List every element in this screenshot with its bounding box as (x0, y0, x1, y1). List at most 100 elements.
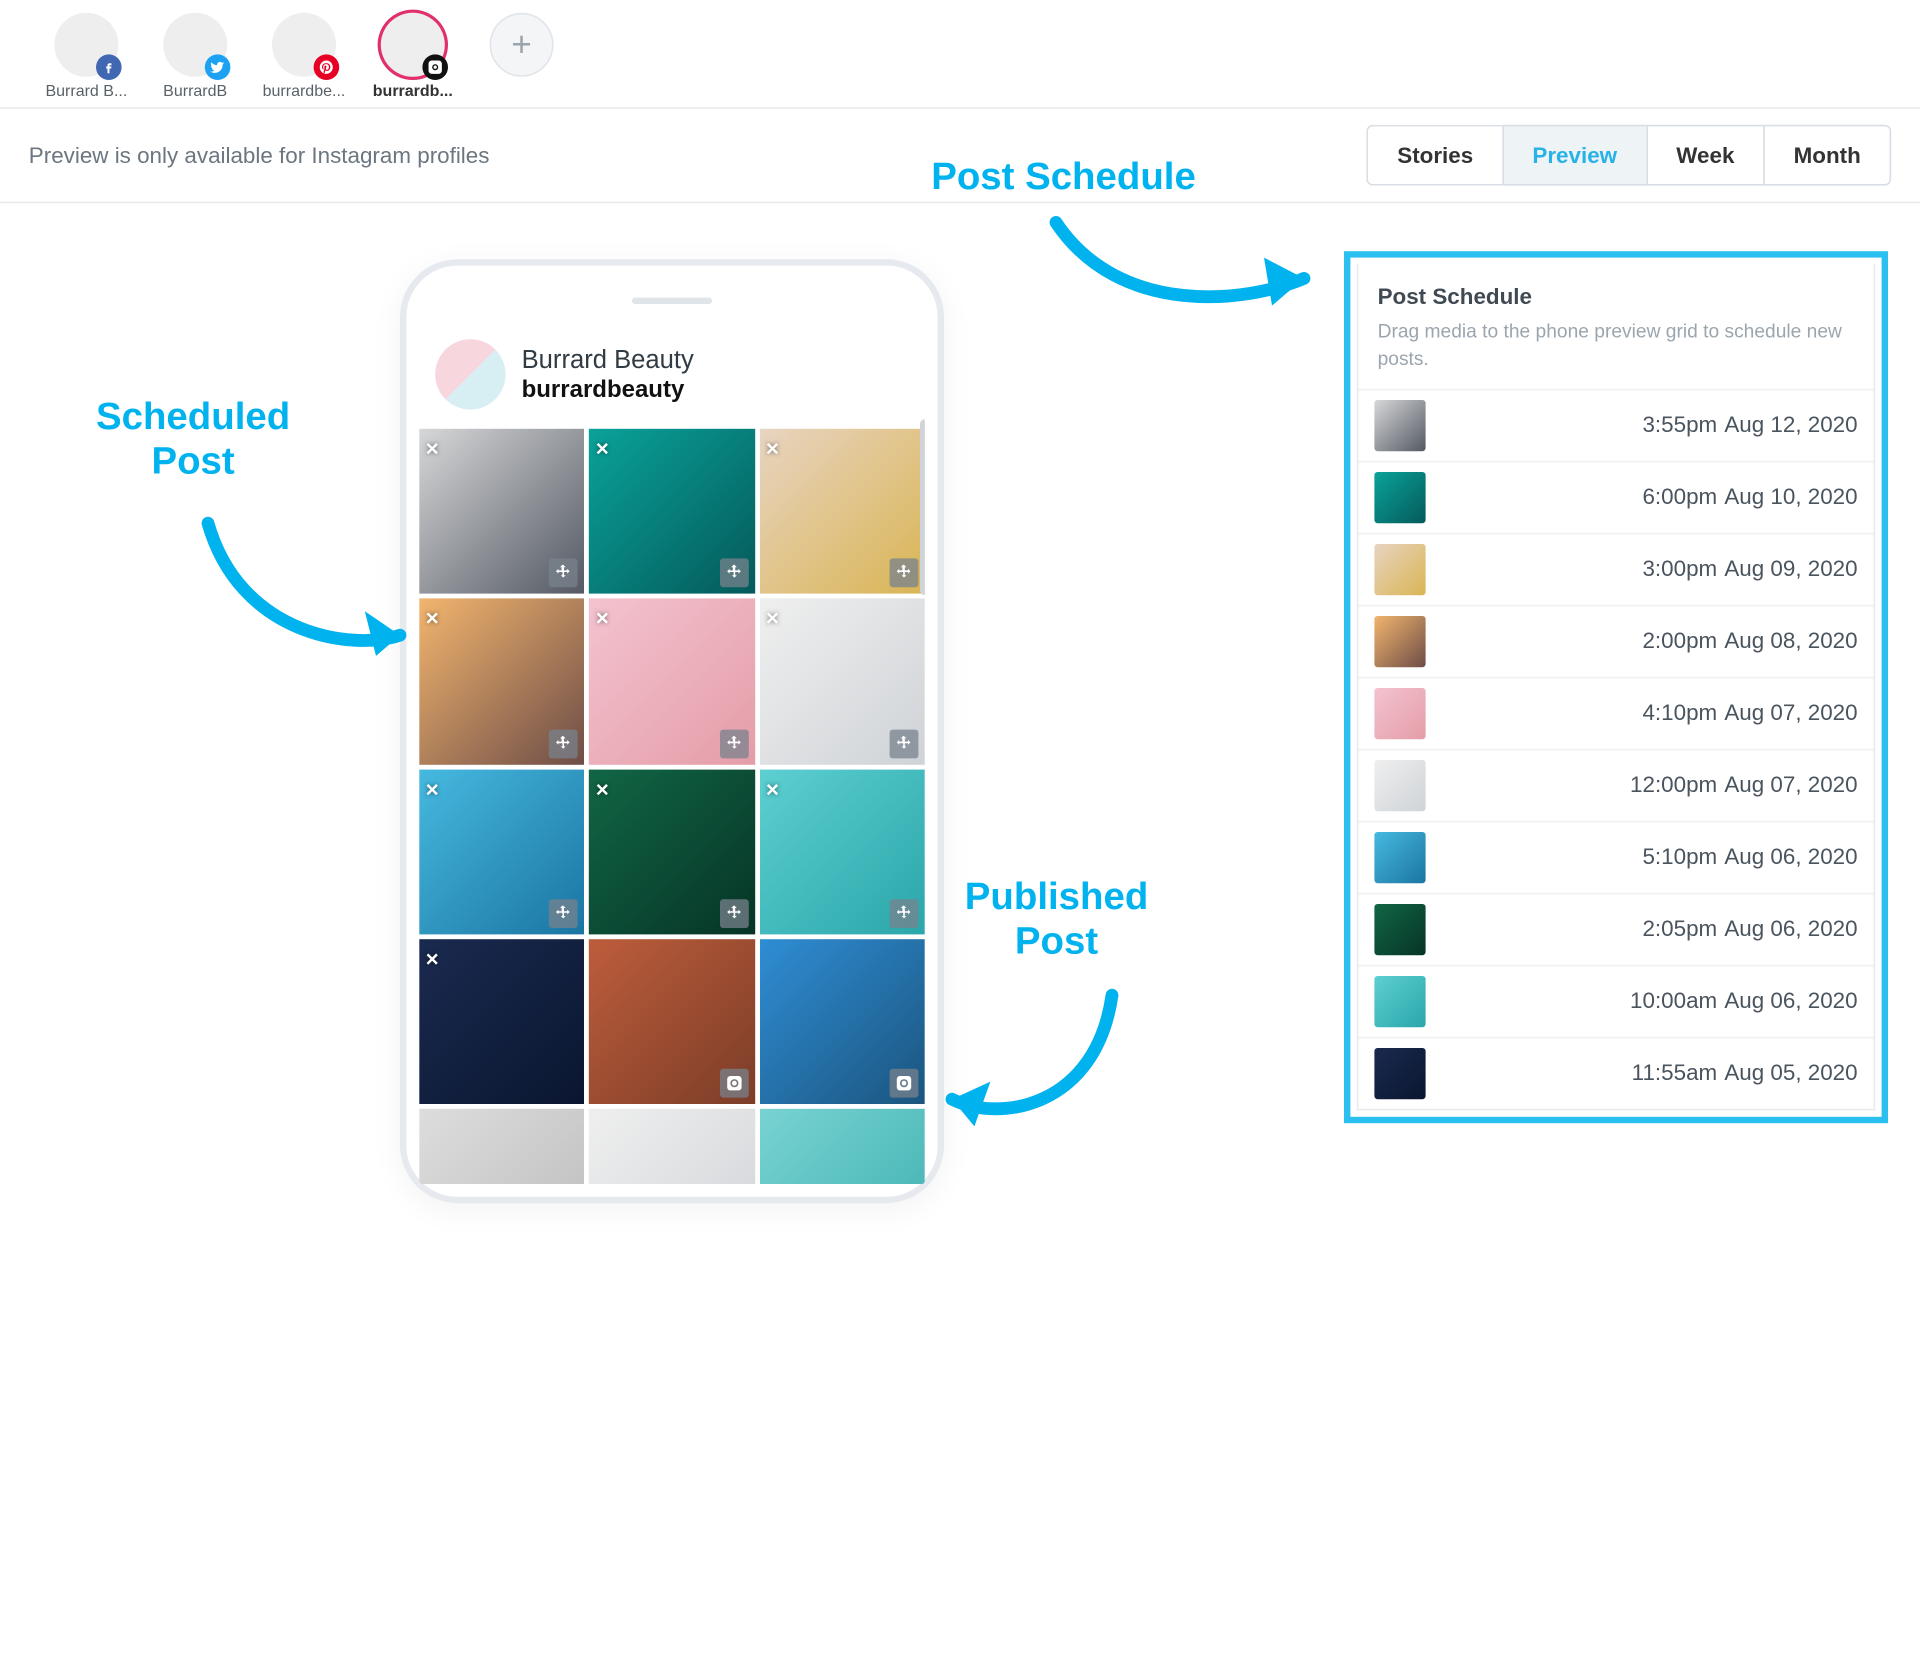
ig-profile-header: Burrard Beauty burrardbeauty (419, 323, 925, 429)
phone-speaker (632, 298, 712, 304)
schedule-date: Aug 12, 2020 (1724, 411, 1857, 437)
close-icon[interactable]: × (596, 776, 609, 802)
profile-twitter[interactable]: BurrardB (144, 13, 246, 101)
preview-note: Preview is only available for Instagram … (29, 142, 490, 168)
scrollbar[interactable] (920, 419, 925, 595)
post-schedule-help: Drag media to the phone preview grid to … (1378, 318, 1855, 372)
grid-cell[interactable]: × (759, 599, 924, 764)
grid-cell[interactable] (419, 1109, 584, 1184)
profile-label: Burrard B... (45, 83, 127, 101)
view-tabs: Stories Preview Week Month (1367, 125, 1891, 186)
schedule-row[interactable]: 3:00pm Aug 09, 2020 (1358, 532, 1873, 604)
post-schedule-panel: Post Schedule Drag media to the phone pr… (1344, 251, 1888, 1122)
grid-cell[interactable]: × (419, 769, 584, 934)
thumbnail (1374, 615, 1425, 666)
grid-cell[interactable]: × (419, 599, 584, 764)
drag-handle-icon[interactable] (719, 559, 748, 588)
phone-preview: Burrard Beauty burrardbeauty × × × × × × × × × × (400, 259, 944, 1203)
close-icon[interactable]: × (596, 605, 609, 631)
grid-cell[interactable]: × (589, 429, 754, 594)
facebook-icon (96, 54, 122, 80)
grid-cell[interactable]: × (589, 599, 754, 764)
profile-pinterest[interactable]: burrardbe... (253, 13, 355, 101)
schedule-time: 10:00am (1630, 987, 1717, 1013)
grid-cell[interactable] (759, 1109, 924, 1184)
close-icon[interactable]: × (766, 605, 779, 631)
close-icon[interactable]: × (596, 435, 609, 461)
grid-cell[interactable]: × (759, 429, 924, 594)
grid-cell[interactable]: × (419, 939, 584, 1104)
tab-month[interactable]: Month (1763, 125, 1891, 186)
schedule-date: Aug 05, 2020 (1724, 1059, 1857, 1085)
profile-facebook[interactable]: Burrard B... (35, 13, 137, 101)
schedule-date: Aug 06, 2020 (1724, 843, 1857, 869)
drag-handle-icon[interactable] (549, 899, 578, 928)
thumbnail (1374, 975, 1425, 1026)
instagram-icon (719, 1069, 748, 1098)
schedule-row[interactable]: 2:00pm Aug 08, 2020 (1358, 604, 1873, 676)
annotation-scheduled-post: Scheduled Post (96, 395, 290, 485)
schedule-date: Aug 06, 2020 (1724, 987, 1857, 1013)
schedule-date: Aug 06, 2020 (1724, 915, 1857, 941)
schedule-date: Aug 08, 2020 (1724, 627, 1857, 653)
drag-handle-icon[interactable] (890, 559, 919, 588)
thumbnail (1374, 759, 1425, 810)
instagram-icon (890, 1069, 919, 1098)
profile-instagram[interactable]: burrardb... (362, 13, 464, 101)
schedule-row[interactable]: 6:00pm Aug 10, 2020 (1358, 460, 1873, 532)
schedule-time: 3:55pm (1642, 411, 1717, 437)
grid-cell[interactable] (589, 1109, 754, 1184)
schedule-time: 2:05pm (1642, 915, 1717, 941)
grid-cell[interactable]: × (589, 769, 754, 934)
thumbnail (589, 1109, 754, 1184)
thumbnail (1374, 903, 1425, 954)
thumbnail (1374, 1047, 1425, 1098)
grid-cell[interactable]: × (759, 769, 924, 934)
schedule-date: Aug 07, 2020 (1724, 771, 1857, 797)
grid-cell[interactable]: × (419, 429, 584, 594)
tab-preview[interactable]: Preview (1502, 125, 1646, 186)
schedule-time: 4:10pm (1642, 699, 1717, 725)
schedule-row[interactable]: 12:00pm Aug 07, 2020 (1358, 748, 1873, 820)
tab-stories[interactable]: Stories (1367, 125, 1502, 186)
avatar (435, 339, 505, 409)
profile-label: burrardbe... (263, 83, 346, 101)
schedule-row[interactable]: 2:05pm Aug 06, 2020 (1358, 892, 1873, 964)
schedule-time: 12:00pm (1630, 771, 1717, 797)
schedule-time: 3:00pm (1642, 555, 1717, 581)
drag-handle-icon[interactable] (719, 899, 748, 928)
schedule-time: 5:10pm (1642, 843, 1717, 869)
schedule-time: 6:00pm (1642, 483, 1717, 509)
close-icon[interactable]: × (426, 605, 439, 631)
instagram-icon (422, 54, 448, 80)
tab-week[interactable]: Week (1646, 125, 1763, 186)
plus-icon: + (490, 13, 554, 77)
schedule-row[interactable]: 11:55am Aug 05, 2020 (1358, 1036, 1873, 1108)
close-icon[interactable]: × (426, 776, 439, 802)
thumbnail (1374, 399, 1425, 450)
profile-selector: Burrard B... BurrardB burrardbe... burra… (0, 0, 1920, 107)
arrow-icon (920, 963, 1144, 1155)
grid-cell[interactable] (589, 939, 754, 1104)
add-profile[interactable]: + (470, 13, 572, 101)
thumbnail (1374, 471, 1425, 522)
drag-handle-icon[interactable] (890, 899, 919, 928)
close-icon[interactable]: × (766, 776, 779, 802)
schedule-row[interactable]: 5:10pm Aug 06, 2020 (1358, 820, 1873, 892)
thumbnail (1374, 831, 1425, 882)
close-icon[interactable]: × (426, 946, 439, 972)
drag-handle-icon[interactable] (549, 559, 578, 588)
schedule-row[interactable]: 4:10pm Aug 07, 2020 (1358, 676, 1873, 748)
post-schedule-title: Post Schedule (1378, 283, 1855, 309)
schedule-row[interactable]: 3:55pm Aug 12, 2020 (1358, 388, 1873, 460)
drag-handle-icon[interactable] (719, 729, 748, 758)
grid-cell[interactable] (759, 939, 924, 1104)
annotation-published-post: Published Post (965, 875, 1149, 965)
thumbnail (1374, 687, 1425, 738)
twitter-icon (205, 54, 231, 80)
schedule-row[interactable]: 10:00am Aug 06, 2020 (1358, 964, 1873, 1036)
drag-handle-icon[interactable] (890, 729, 919, 758)
close-icon[interactable]: × (766, 435, 779, 461)
drag-handle-icon[interactable] (549, 729, 578, 758)
close-icon[interactable]: × (426, 435, 439, 461)
